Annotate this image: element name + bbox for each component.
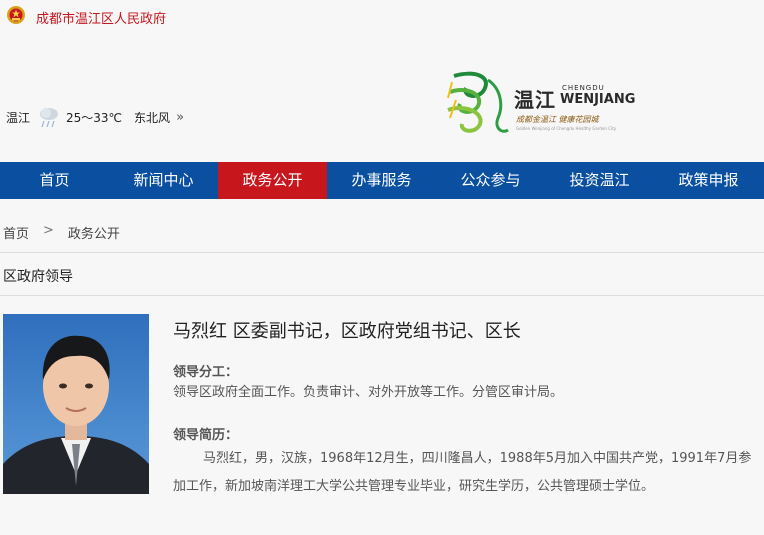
nav-item-public-participation[interactable]: 公众参与 (436, 162, 545, 199)
weather-more-icon[interactable]: » (176, 110, 184, 125)
top-bar: 成都市温江区人民政府 (0, 0, 764, 32)
nav-item-news-center[interactable]: 新闻中心 (109, 162, 218, 199)
weather-city: 温江 (6, 110, 31, 125)
leader-portrait-image (3, 314, 149, 494)
nav-item-government-affairs[interactable]: 政务公开 (218, 162, 327, 199)
logo-subtitle: Golden Wenjiang of Chengdu Healthy Garde… (516, 126, 617, 131)
duty-label: 领导分工： (173, 365, 239, 380)
breadcrumb: 首页 > 政务公开 (3, 223, 120, 242)
leader-name-title: 马烈红 区委副书记，区政府党组书记、区长 (173, 321, 521, 342)
nav-item-services[interactable]: 办事服务 (327, 162, 436, 199)
divider (0, 252, 764, 253)
duty-text: 领导区政府全面工作。负责审计、对外开放等工作。分管区审计局。 (173, 385, 564, 400)
bio-text: 马烈红，男，汉族，1968年12月生，四川隆昌人，1988年5月加入中国共产党，… (173, 451, 752, 494)
leader-photo (3, 314, 149, 494)
logo-chengdu-text: CHENGDU (562, 84, 605, 92)
wenjiang-logo[interactable]: 温江 CHENGDU WENJIANG 成都金温江 健康花园城 Golden W… (444, 70, 654, 140)
nav-item-invest-wenjiang[interactable]: 投资温江 (545, 162, 654, 199)
nav-item-policy-application[interactable]: 政策申报 (654, 162, 763, 199)
nav-item-home[interactable]: 首页 (0, 162, 109, 199)
logo-slogan: 成都金温江 健康花园城 (516, 115, 599, 124)
section-title: 区政府领导 (3, 269, 73, 285)
breadcrumb-current-link[interactable]: 政务公开 (68, 223, 120, 242)
logo-chinese-text: 温江 (514, 88, 556, 112)
weather-wind: 东北风 (134, 110, 171, 125)
breadcrumb-separator-icon: > (43, 223, 54, 238)
weather-widget: 温江 25～33℃ 东北风 » (6, 104, 184, 130)
wenjiang-logo-mark-icon (447, 71, 509, 133)
bio-label: 领导简历： (173, 428, 239, 443)
national-emblem-icon (7, 6, 25, 24)
breadcrumb-home-link[interactable]: 首页 (3, 223, 29, 242)
logo-english-text: WENJIANG (560, 92, 636, 107)
cloudy-rain-icon (40, 108, 59, 128)
site-name-link[interactable]: 成都市温江区人民政府 (36, 8, 166, 27)
main-nav: 首页 新闻中心 政务公开 办事服务 公众参与 投资温江 政策申报 (0, 162, 764, 199)
weather-temperature: 25～33℃ (66, 110, 123, 125)
divider (0, 295, 764, 296)
